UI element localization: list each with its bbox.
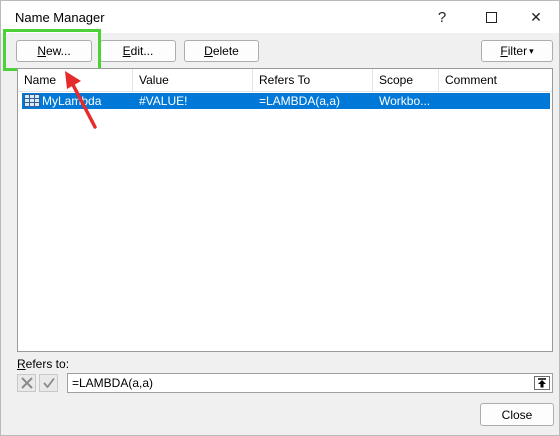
filter-button-mnemonic: F: [500, 44, 508, 58]
close-window-button[interactable]: ✕: [513, 1, 559, 33]
arrow-annotation: [65, 71, 97, 129]
formula-bar: =LAMBDA(a,a): [17, 373, 553, 393]
edit-button-mnemonic: E: [122, 44, 131, 58]
name-manager-dialog: Name Manager ? ✕ New... Edit... Delete F…: [0, 0, 560, 436]
column-header-refers-to[interactable]: Refers To: [253, 69, 373, 91]
row-value: #VALUE!: [139, 94, 188, 108]
refers-to-value: =LAMBDA(a,a): [72, 376, 154, 390]
refers-to-label-text: efers to:: [25, 357, 70, 371]
close-button[interactable]: Close: [480, 403, 554, 426]
row-refers-to: =LAMBDA(a,a): [259, 94, 341, 108]
help-button[interactable]: ?: [419, 1, 465, 33]
refers-to-label: Refers to:: [17, 357, 69, 371]
confirm-edit-button[interactable]: [39, 374, 58, 392]
named-range-icon: [24, 94, 40, 107]
filter-button[interactable]: Filter ▾: [481, 40, 553, 62]
maximize-button[interactable]: [468, 1, 514, 33]
cancel-x-icon: [20, 377, 33, 389]
collapse-dialog-button[interactable]: [534, 376, 550, 390]
edit-button-label: dit...: [130, 44, 154, 58]
column-header-scope[interactable]: Scope: [373, 69, 439, 91]
filter-button-label: ilter: [507, 44, 528, 58]
highlight-annotation-box: [3, 29, 101, 71]
help-icon: ?: [437, 8, 447, 26]
checkmark-icon: [42, 377, 55, 389]
delete-button[interactable]: Delete: [184, 40, 259, 62]
upload-arrow-icon: [538, 378, 546, 388]
row-scope: Workbo...: [379, 94, 431, 108]
cancel-edit-button[interactable]: [17, 374, 36, 392]
maximize-icon: [485, 11, 497, 23]
refers-to-input[interactable]: =LAMBDA(a,a): [67, 373, 553, 393]
window-title: Name Manager: [15, 10, 105, 25]
column-header-comment[interactable]: Comment: [439, 69, 552, 91]
delete-button-mnemonic: D: [204, 44, 213, 58]
refers-to-mnemonic: R: [17, 357, 26, 371]
delete-button-label: elete: [212, 44, 239, 58]
close-icon: ✕: [530, 8, 542, 25]
column-header-value[interactable]: Value: [133, 69, 253, 91]
edit-button[interactable]: Edit...: [100, 40, 176, 62]
chevron-down-icon: ▾: [529, 45, 534, 56]
